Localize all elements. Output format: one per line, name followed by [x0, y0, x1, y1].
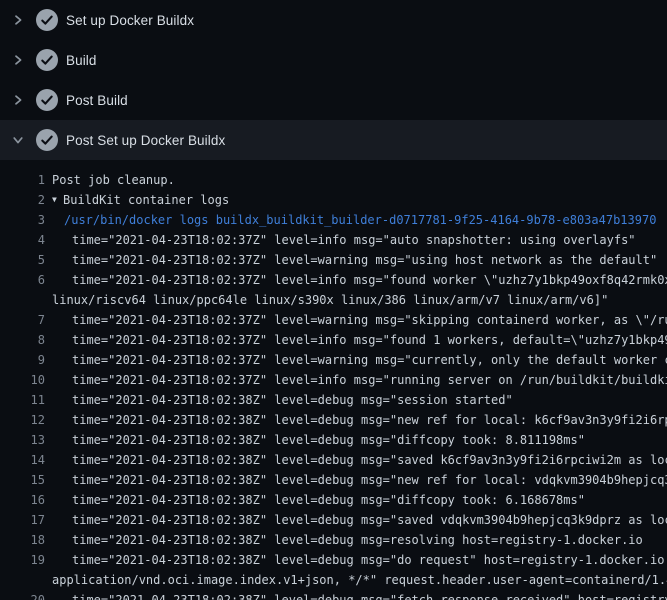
log-line-text: time="2021-04-23T18:02:38Z" level=debug … [72, 490, 585, 510]
log-line-text: time="2021-04-23T18:02:37Z" level=info m… [72, 330, 667, 350]
log-line: 1 Post job cleanup. [0, 170, 667, 190]
chevron-down-icon [12, 134, 24, 146]
log-line: 11 time="2021-04-23T18:02:38Z" level=deb… [0, 390, 667, 410]
log-line: 4 time="2021-04-23T18:02:37Z" level=info… [0, 230, 667, 250]
log-line: 20 time="2021-04-23T18:02:38Z" level=deb… [0, 590, 667, 600]
log-line: 19 time="2021-04-23T18:02:38Z" level=deb… [0, 550, 667, 570]
log-line: 14 time="2021-04-23T18:02:38Z" level=deb… [0, 450, 667, 470]
step-name: Post Set up Docker Buildx [66, 133, 225, 148]
log-line: 10 time="2021-04-23T18:02:37Z" level=inf… [0, 370, 667, 390]
log-line-number[interactable]: 4 [0, 230, 45, 250]
log-line: 3 /usr/bin/docker logs buildx_buildkit_b… [0, 210, 667, 230]
log-line-text: time="2021-04-23T18:02:38Z" level=debug … [72, 590, 667, 600]
log-line-number[interactable]: 15 [0, 470, 45, 490]
log-line-number[interactable]: 20 [0, 590, 45, 600]
check-circle-icon [36, 49, 58, 71]
log-line-text: time="2021-04-23T18:02:38Z" level=debug … [72, 430, 585, 450]
log-line-number [0, 570, 45, 590]
log-line-number[interactable]: 5 [0, 250, 45, 270]
log-line-number[interactable]: 2 [0, 190, 45, 210]
log-line-number[interactable]: 11 [0, 390, 45, 410]
log-output: 1 Post job cleanup. 2 ▼BuildKit containe… [0, 160, 667, 600]
log-line-number[interactable]: 10 [0, 370, 45, 390]
check-circle-icon [36, 129, 58, 151]
log-line-text: Post job cleanup. [52, 170, 175, 190]
log-line: 8 time="2021-04-23T18:02:37Z" level=info… [0, 330, 667, 350]
log-line-number[interactable]: 6 [0, 270, 45, 290]
log-line: 2 ▼BuildKit container logs [0, 190, 667, 210]
log-line-number[interactable]: 7 [0, 310, 45, 330]
log-line-number[interactable]: 8 [0, 330, 45, 350]
step-header-post-build[interactable]: Post Build [0, 80, 667, 120]
log-line-number[interactable]: 3 [0, 210, 45, 230]
chevron-right-icon [12, 54, 24, 66]
log-line-text: time="2021-04-23T18:02:37Z" level=info m… [72, 370, 667, 390]
check-circle-icon [36, 89, 58, 111]
log-line-text: time="2021-04-23T18:02:38Z" level=debug … [72, 550, 667, 570]
check-circle-icon [36, 9, 58, 31]
log-line: 15 time="2021-04-23T18:02:38Z" level=deb… [0, 470, 667, 490]
log-line-text: linux/riscv64 linux/ppc64le linux/s390x … [52, 290, 608, 310]
log-line-number[interactable]: 18 [0, 530, 45, 550]
log-line: 18 time="2021-04-23T18:02:38Z" level=deb… [0, 530, 667, 550]
step-name: Set up Docker Buildx [66, 13, 194, 28]
log-line-text: time="2021-04-23T18:02:38Z" level=debug … [72, 450, 667, 470]
log-line: 5 time="2021-04-23T18:02:37Z" level=warn… [0, 250, 667, 270]
log-line: application/vnd.oci.image.index.v1+json,… [0, 570, 667, 590]
log-line-number[interactable]: 14 [0, 450, 45, 470]
log-line: 16 time="2021-04-23T18:02:38Z" level=deb… [0, 490, 667, 510]
step-header-post-set-up-docker-buildx[interactable]: Post Set up Docker Buildx [0, 120, 667, 160]
log-line-text: time="2021-04-23T18:02:37Z" level=warnin… [72, 310, 667, 330]
log-line-number[interactable]: 9 [0, 350, 45, 370]
log-line-number[interactable]: 16 [0, 490, 45, 510]
log-line-number[interactable]: 13 [0, 430, 45, 450]
log-line: 6 time="2021-04-23T18:02:37Z" level=info… [0, 270, 667, 290]
log-command-text: /usr/bin/docker logs buildx_buildkit_bui… [64, 210, 656, 230]
log-line-number[interactable]: 1 [0, 170, 45, 190]
step-name: Build [66, 53, 97, 68]
log-group-title: BuildKit container logs [63, 190, 229, 210]
log-line-text: time="2021-04-23T18:02:37Z" level=warnin… [72, 350, 667, 370]
log-line: 7 time="2021-04-23T18:02:37Z" level=warn… [0, 310, 667, 330]
chevron-right-icon [12, 14, 24, 26]
step-list: Set up Docker Buildx Build Post Build [0, 0, 667, 160]
log-line-text: time="2021-04-23T18:02:38Z" level=debug … [72, 530, 643, 550]
log-line-number[interactable]: 19 [0, 550, 45, 570]
log-line: linux/riscv64 linux/ppc64le linux/s390x … [0, 290, 667, 310]
log-line: 17 time="2021-04-23T18:02:38Z" level=deb… [0, 510, 667, 530]
log-line-text: time="2021-04-23T18:02:38Z" level=debug … [72, 410, 667, 430]
log-line-number [0, 290, 45, 310]
log-line-text: application/vnd.oci.image.index.v1+json,… [52, 570, 667, 590]
step-header-build[interactable]: Build [0, 40, 667, 80]
log-line: 13 time="2021-04-23T18:02:38Z" level=deb… [0, 430, 667, 450]
log-line-text: time="2021-04-23T18:02:38Z" level=debug … [72, 510, 667, 530]
actions-log-viewer: Set up Docker Buildx Build Post Build [0, 0, 667, 600]
log-line-text: time="2021-04-23T18:02:37Z" level=info m… [72, 230, 636, 250]
log-line-text: time="2021-04-23T18:02:37Z" level=warnin… [72, 250, 657, 270]
log-line: 9 time="2021-04-23T18:02:37Z" level=warn… [0, 350, 667, 370]
log-line: 12 time="2021-04-23T18:02:38Z" level=deb… [0, 410, 667, 430]
log-line-number[interactable]: 12 [0, 410, 45, 430]
step-name: Post Build [66, 93, 128, 108]
log-group-toggle-icon[interactable]: ▼ [52, 190, 63, 210]
log-line-number[interactable]: 17 [0, 510, 45, 530]
log-line-text: time="2021-04-23T18:02:38Z" level=debug … [72, 390, 513, 410]
step-header-set-up-docker-buildx[interactable]: Set up Docker Buildx [0, 0, 667, 40]
log-line-text: time="2021-04-23T18:02:37Z" level=info m… [72, 270, 667, 290]
chevron-right-icon [12, 94, 24, 106]
log-line-text: time="2021-04-23T18:02:38Z" level=debug … [72, 470, 667, 490]
